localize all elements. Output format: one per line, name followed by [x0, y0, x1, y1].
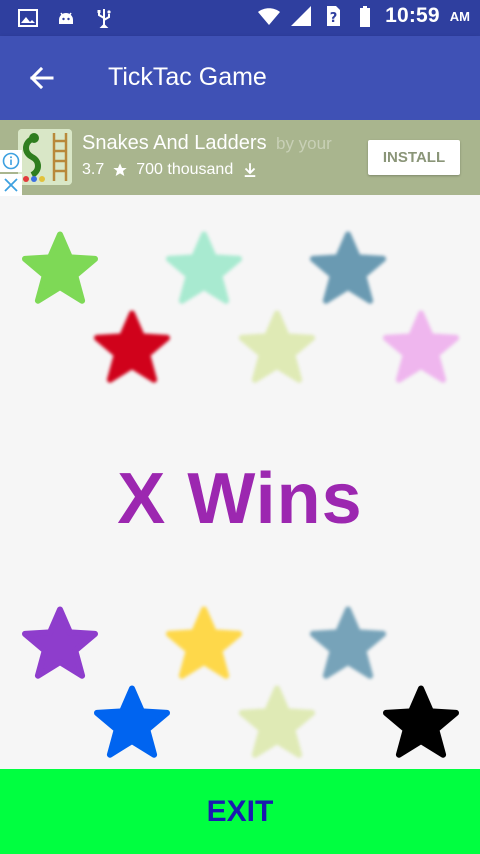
ad-ghost-text: by your — [276, 134, 332, 153]
page-title: TickTac Game — [108, 63, 267, 91]
star-decoration-2 — [166, 230, 242, 306]
ad-info-icon[interactable] — [0, 150, 22, 172]
star-decoration-3 — [310, 230, 386, 306]
star-decoration-9 — [310, 605, 386, 681]
ad-banner[interactable]: Snakes And Ladders by your 3.7 700 thous… — [0, 120, 480, 195]
rating-star-icon — [113, 163, 127, 176]
status-right: ? 10:59 AM — [257, 4, 470, 28]
ad-downloads: 700 thousand — [136, 161, 234, 178]
ad-app-name[interactable]: Snakes And Ladders — [82, 132, 267, 155]
star-decoration-7 — [22, 605, 98, 681]
result-message: X Wins — [117, 459, 363, 539]
clock-time: 10:59 — [385, 4, 440, 27]
ad-rating: 3.7 — [82, 161, 105, 178]
no-sim-icon: ? — [321, 4, 345, 28]
star-decoration-5 — [239, 309, 315, 385]
usb-icon — [92, 6, 116, 30]
battery-icon — [353, 4, 377, 28]
install-button[interactable]: INSTALL — [368, 140, 460, 175]
back-button[interactable] — [22, 58, 62, 98]
star-decoration-1 — [22, 230, 98, 306]
ad-close-icon[interactable] — [0, 174, 22, 196]
ad-meta: 3.7 700 thousand — [82, 161, 259, 179]
wifi-icon — [257, 4, 281, 28]
download-icon — [244, 163, 256, 177]
exit-button[interactable]: EXIT — [0, 769, 480, 854]
ad-app-icon[interactable] — [18, 129, 72, 185]
status-bar: ? 10:59 AM — [0, 0, 480, 36]
star-decoration-11 — [239, 684, 315, 760]
app-bar: TickTac Game — [0, 36, 480, 120]
star-decoration-6 — [383, 309, 459, 385]
arrow-left-icon — [29, 66, 54, 90]
android-icon — [54, 6, 78, 30]
svg-text:?: ? — [330, 11, 338, 26]
exit-label: EXIT — [206, 794, 274, 828]
clock-ampm: AM — [449, 8, 470, 24]
status-left-icons — [16, 6, 116, 30]
cell-signal-icon — [289, 4, 313, 28]
star-decoration-8 — [166, 605, 242, 681]
star-decoration-10 — [94, 684, 170, 760]
star-decoration-12 — [383, 684, 459, 760]
image-icon — [16, 6, 40, 30]
star-decoration-4 — [94, 309, 170, 385]
